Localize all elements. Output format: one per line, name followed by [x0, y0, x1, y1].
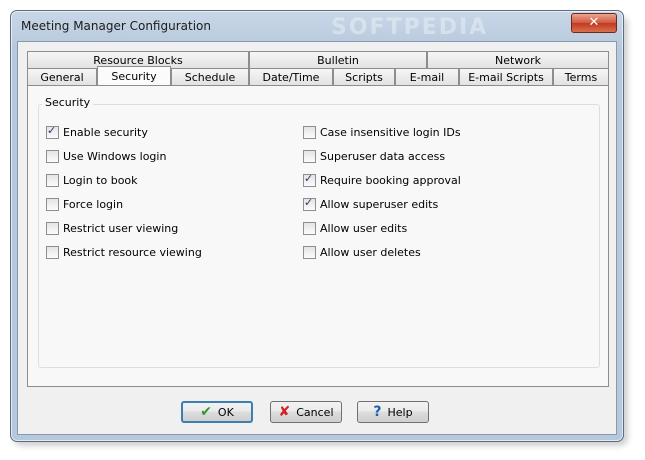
- tab-terms[interactable]: Terms: [553, 68, 609, 85]
- checkbox[interactable]: [46, 222, 59, 235]
- tab-email[interactable]: E-mail: [395, 68, 459, 85]
- checkbox[interactable]: [46, 174, 59, 187]
- ok-button[interactable]: ✔ OK: [181, 401, 253, 423]
- checkmark-icon: ✓: [304, 196, 314, 209]
- checkmark-icon: ✔: [200, 404, 212, 420]
- checkbox-label: Allow superuser edits: [320, 198, 439, 211]
- checkbox-row[interactable]: Restrict resource viewing: [46, 246, 202, 259]
- checkbox-row[interactable]: Superuser data access: [303, 150, 445, 163]
- tab-schedule[interactable]: Schedule: [171, 68, 249, 85]
- security-groupbox: [38, 104, 600, 368]
- cancel-button[interactable]: ✘ Cancel: [270, 401, 342, 423]
- tab-row-bottom: General Security Schedule Date/Time Scri…: [27, 66, 609, 85]
- checkmark-icon: ✓: [47, 124, 57, 137]
- tab-general[interactable]: General: [27, 68, 97, 85]
- checkbox-label: Require booking approval: [320, 174, 461, 187]
- tab-date-time[interactable]: Date/Time: [249, 68, 333, 85]
- checkbox[interactable]: [303, 222, 316, 235]
- checkbox[interactable]: [46, 246, 59, 259]
- tab-email-scripts[interactable]: E-mail Scripts: [459, 68, 553, 85]
- checkbox-label: Login to book: [63, 174, 138, 187]
- checkbox-row[interactable]: Allow user deletes: [303, 246, 421, 259]
- cancel-button-label: Cancel: [296, 405, 334, 419]
- tab-bulletin[interactable]: Bulletin: [249, 51, 427, 68]
- help-icon: ?: [373, 404, 382, 420]
- config-dialog: Meeting Manager Configuration SOFTPEDIA …: [10, 10, 624, 442]
- watermark-logo: SOFTPEDIA: [331, 15, 489, 40]
- title-bar[interactable]: Meeting Manager Configuration SOFTPEDIA …: [11, 11, 623, 41]
- tab-security[interactable]: Security: [97, 66, 171, 85]
- close-icon: ✕: [588, 15, 600, 30]
- security-tab-panel: Security ✓ Enable security Use Windows log…: [27, 85, 609, 387]
- checkbox[interactable]: ✓: [303, 172, 316, 187]
- ok-button-label: OK: [217, 405, 234, 419]
- checkbox-row[interactable]: ✓ Enable security: [46, 124, 148, 139]
- help-button-label: Help: [387, 405, 413, 419]
- checkmark-icon: ✓: [304, 172, 314, 185]
- checkbox-label: Superuser data access: [320, 150, 446, 163]
- checkbox[interactable]: [303, 126, 316, 139]
- checkbox-label: Allow user edits: [320, 222, 408, 235]
- checkbox[interactable]: ✓: [303, 196, 316, 211]
- checkbox-row[interactable]: Restrict user viewing: [46, 222, 178, 235]
- checkbox-row[interactable]: ✓ Allow superuser edits: [303, 196, 439, 211]
- checkbox[interactable]: [46, 150, 59, 163]
- checkbox-label: Allow user deletes: [320, 246, 421, 259]
- checkbox[interactable]: [46, 198, 59, 211]
- checkbox-row[interactable]: Allow user edits: [303, 222, 407, 235]
- checkbox[interactable]: [303, 246, 316, 259]
- checkbox-row[interactable]: Use Windows login: [46, 150, 166, 163]
- close-button[interactable]: ✕: [571, 13, 617, 33]
- checkbox-row[interactable]: Force login: [46, 198, 123, 211]
- checkbox-label: Force login: [63, 198, 124, 211]
- help-button[interactable]: ? Help: [357, 401, 429, 423]
- cross-icon: ✘: [278, 404, 291, 420]
- checkbox-row[interactable]: Login to book: [46, 174, 138, 187]
- tab-network[interactable]: Network: [427, 51, 609, 68]
- checkbox-label: Enable security: [63, 126, 148, 139]
- checkbox-row[interactable]: ✓ Require booking approval: [303, 172, 461, 187]
- checkbox-label: Use Windows login: [63, 150, 167, 163]
- checkbox[interactable]: ✓: [46, 124, 59, 139]
- checkbox-label: Case insensitive login IDs: [320, 126, 461, 139]
- checkbox-label: Restrict user viewing: [63, 222, 179, 235]
- security-group-legend: Security: [42, 96, 94, 109]
- checkbox-label: Restrict resource viewing: [63, 246, 202, 259]
- checkbox[interactable]: [303, 150, 316, 163]
- window-title: Meeting Manager Configuration: [21, 19, 211, 33]
- tab-scripts[interactable]: Scripts: [333, 68, 395, 85]
- checkbox-row[interactable]: Case insensitive login IDs: [303, 126, 461, 139]
